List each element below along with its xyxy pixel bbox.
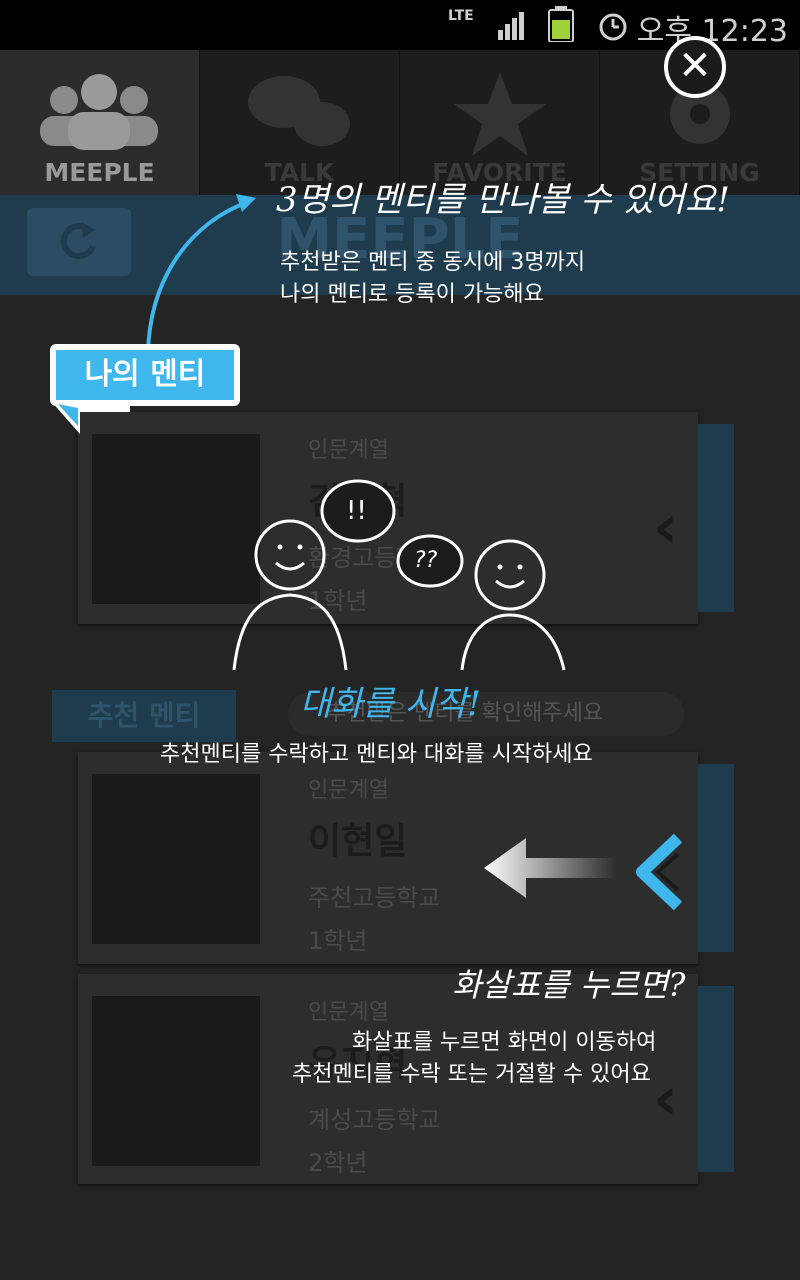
mentee-school: 계성고등학교 (308, 1106, 441, 1134)
curved-arrow-icon (146, 194, 256, 354)
card-edge (698, 764, 734, 952)
mentee-name: 이현일 (308, 821, 408, 862)
swipe-arrow-icon (484, 833, 683, 911)
bubble-tail-icon (50, 400, 130, 434)
tip2-line: 추천멘티를 수락하고 멘티와 대화를 시작하세요 (160, 742, 593, 767)
people-icon (40, 74, 158, 150)
avatar (92, 996, 260, 1166)
mentee-school: 주천고등학교 (308, 884, 441, 912)
chevron-left-icon[interactable]: ‹ (653, 492, 678, 562)
mentee-field: 인문계열 (308, 778, 389, 803)
mentee-field: 인문계열 (308, 438, 389, 463)
close-button[interactable]: ✕ (664, 36, 726, 98)
card-edge (698, 424, 734, 612)
signal-icon (498, 12, 524, 40)
close-icon: ✕ (678, 43, 712, 89)
tip3-line2: 추천멘티를 수락 또는 거절할 수 있어요 (292, 1062, 651, 1087)
chevron-left-icon[interactable]: ‹ (653, 1064, 678, 1134)
mentee-field: 인문계열 (308, 1000, 389, 1025)
bubble-label: 나의 멘티 (56, 350, 234, 400)
refresh-icon (60, 222, 96, 260)
alarm-icon (599, 13, 627, 41)
speech-question: ?? (414, 548, 438, 573)
my-mentee-bubble: 나의 멘티 (50, 344, 240, 406)
avatar (92, 774, 260, 944)
tip3-line1: 화살표를 누르면 화면이 이동하여 (352, 1030, 657, 1055)
tip1-title: 3명의 멘티를 만나볼 수 있어요! (276, 180, 730, 220)
chat-icon (248, 76, 350, 146)
tip2-title: 대화를 시작! (300, 684, 481, 724)
card-edge (698, 986, 734, 1172)
tab-meeple[interactable]: MEEPLE (0, 50, 200, 195)
recommended-label: 추천 멘티 (52, 690, 236, 742)
speech-exclaim: !! (346, 496, 367, 526)
mentee-grade: 1학년 (308, 927, 368, 955)
refresh-button[interactable] (27, 208, 131, 276)
mentee-info: 인문계열 이현일 주천고등학교 1학년 (308, 772, 440, 956)
tip3-title: 화살표를 누르면? (452, 966, 686, 1004)
star-icon (454, 72, 546, 156)
tip1-line2: 나의 멘티로 등록이 가능해요 (280, 282, 544, 307)
battery-icon (548, 6, 574, 42)
people-doodle-icon (232, 479, 566, 671)
tip1-line1: 추천받은 멘티 중 동시에 3명까지 (280, 250, 586, 275)
mentee-grade: 2학년 (308, 1149, 368, 1177)
network-indicator: LTE (448, 8, 474, 24)
tab-label-meeple: MEEPLE (44, 158, 155, 187)
